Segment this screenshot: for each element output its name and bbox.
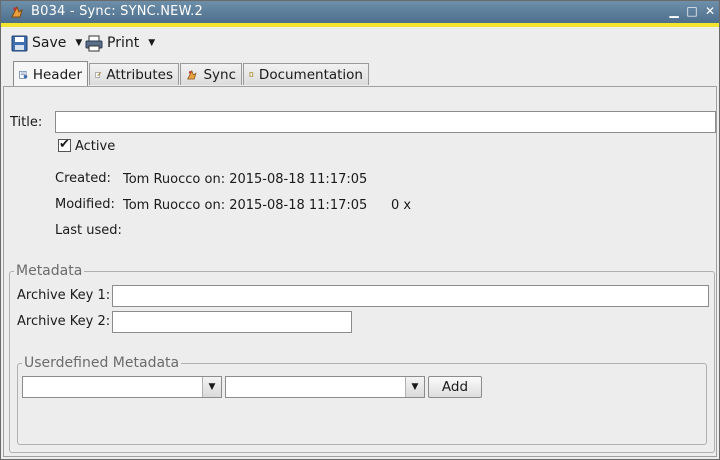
title-bar[interactable]: B034 - Sync: SYNC.NEW.2 ▁ □ ✕ [1,1,719,23]
chevron-down-icon[interactable]: ▼ [405,377,424,397]
userdefined-metadata-group: Userdefined Metadata [17,355,707,445]
metadata-legend: Metadata [16,263,83,279]
archive-key2-label: Archive Key 2: [17,314,111,329]
title-input[interactable] [55,111,716,133]
tab-label: Attributes [106,66,173,83]
active-checkbox[interactable]: ✔ [58,137,71,152]
window-title: B034 - Sync: SYNC.NEW.2 [31,4,203,19]
app-icon [11,5,23,18]
add-button[interactable]: Add [428,376,482,398]
chevron-down-icon[interactable]: ▼ [202,377,221,397]
tab-label: Documentation [258,66,363,83]
save-label: Save [32,35,67,51]
modified-label: Modified: [55,197,115,212]
tab-attributes[interactable]: Attributes [89,63,179,85]
tab-label: Sync [203,66,236,83]
modified-value: Tom Ruocco on: 2015-08-18 11:17:05 [123,198,368,213]
printer-icon [85,35,103,51]
save-icon [11,35,28,51]
last-used-label: Last used: [55,223,122,238]
toolbar: Save ▼ Print ▼ [1,27,719,59]
archive-key1-label: Archive Key 1: [17,288,111,303]
metadata-value-dropdown[interactable]: ▼ [225,376,425,398]
chevron-down-icon[interactable]: ▼ [75,38,82,48]
active-label: Active [75,139,116,154]
userdefined-legend: Userdefined Metadata [24,355,180,371]
window: B034 - Sync: SYNC.NEW.2 ▁ □ ✕ Save ▼ Pri… [0,0,720,460]
attributes-icon [95,71,102,78]
close-icon[interactable]: ✕ [703,4,717,18]
header-icon [19,70,28,79]
documentation-icon [249,72,254,77]
tab-sync[interactable]: Sync [180,63,242,85]
created-value: Tom Ruocco on: 2015-08-18 11:17:05 [123,172,368,187]
title-label: Title: [10,115,43,130]
chevron-down-icon[interactable]: ▼ [148,38,155,48]
created-label: Created: [55,171,111,186]
archive-key1-input[interactable] [112,285,709,307]
sync-icon [187,69,197,80]
print-label: Print [107,35,140,51]
header-panel: Title: ✔ Active Created: Tom Ruocco on: … [3,86,717,457]
print-button[interactable]: Print ▼ [85,32,155,54]
tab-bar: Header Attributes Sync Documentation [1,61,719,87]
archive-key2-input[interactable] [112,311,352,333]
check-icon: ✔ [59,137,70,152]
tab-header[interactable]: Header [13,61,88,87]
maximize-icon[interactable]: □ [685,4,699,18]
tab-label: Header [32,66,82,83]
metadata-key-dropdown[interactable]: ▼ [22,376,222,398]
modified-count: 0 x [391,198,412,213]
minimize-icon[interactable]: ▁ [667,4,681,18]
save-button[interactable]: Save ▼ [11,32,82,54]
tab-documentation[interactable]: Documentation [243,63,369,85]
